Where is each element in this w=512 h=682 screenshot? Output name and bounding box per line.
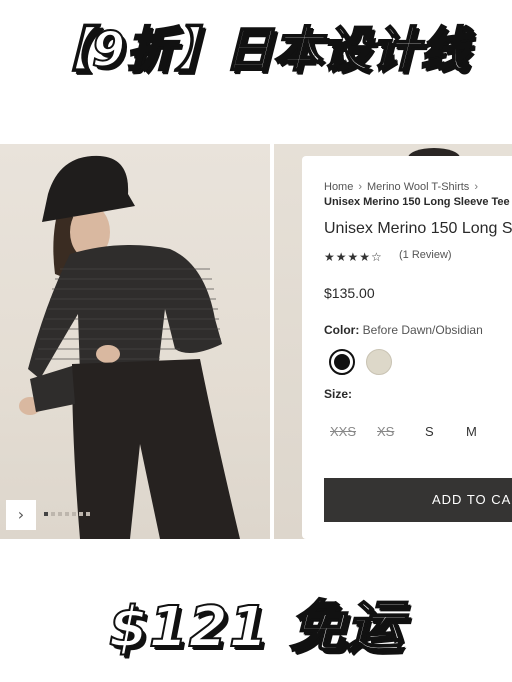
gallery-dot[interactable] — [44, 512, 48, 516]
product-price: $135.00 — [324, 285, 375, 301]
breadcrumb-category[interactable]: Merino Wool T-Shirts — [367, 181, 469, 193]
product-photo: › — [0, 144, 270, 539]
color-swatch-before-dawn[interactable] — [329, 349, 355, 375]
breadcrumb: Home › Merino Wool T-Shirts › — [324, 181, 483, 193]
model-illustration — [19, 155, 240, 539]
gallery-pagination[interactable] — [44, 512, 90, 516]
breadcrumb-home[interactable]: Home — [324, 181, 353, 193]
promo-price-banner: $121 免运 — [108, 594, 404, 661]
size-option-m[interactable]: M — [466, 424, 477, 439]
gallery-dot[interactable] — [51, 512, 55, 516]
promo-banner-title: 【9折】日本设计线 — [42, 21, 470, 79]
chevron-right-icon: › — [358, 181, 363, 193]
gallery-dot[interactable] — [86, 512, 90, 516]
gallery-next-button[interactable]: › — [6, 500, 36, 530]
color-selection-label: Color: Before Dawn/Obsidian — [324, 323, 483, 337]
color-label: Color: — [324, 323, 360, 337]
add-to-cart-button[interactable]: ADD TO CA — [324, 478, 512, 522]
product-info-card: Home › Merino Wool T-Shirts › Unisex Merino… — [302, 156, 512, 539]
gallery-dot[interactable] — [72, 512, 76, 516]
gallery-dot[interactable] — [58, 512, 62, 516]
gallery-dot[interactable] — [79, 512, 83, 516]
size-label: Size: — [324, 387, 353, 401]
review-count-link[interactable]: (1 Review) — [399, 249, 452, 261]
size-option-xxs[interactable]: XXS — [330, 424, 356, 439]
size-option-s[interactable]: S — [425, 424, 434, 439]
color-swatch-light[interactable] — [366, 349, 392, 375]
chevron-right-icon: › — [474, 181, 478, 193]
rating-stars-icon: ★★★★☆ — [324, 250, 383, 264]
gallery-dot[interactable] — [65, 512, 69, 516]
color-value: Before Dawn/Obsidian — [362, 323, 483, 337]
product-title: Unisex Merino 150 Long S — [324, 220, 512, 237]
breadcrumb-current: Unisex Merino 150 Long Sleeve Tee — [324, 196, 510, 208]
size-option-xs[interactable]: XS — [377, 424, 394, 439]
